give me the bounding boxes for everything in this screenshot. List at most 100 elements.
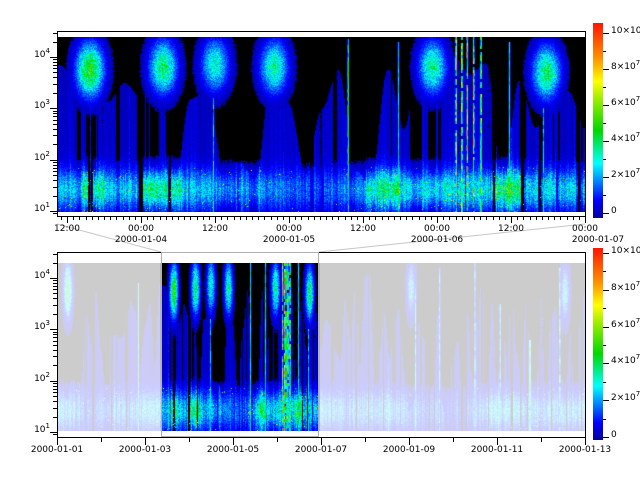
x-minor-tick — [338, 217, 339, 220]
x-minor-tick — [308, 217, 309, 220]
y-minor-tick — [53, 165, 57, 166]
x-tick-label: 12:00 — [202, 224, 228, 235]
x-minor-tick — [252, 217, 253, 220]
x-minor-tick — [283, 217, 284, 220]
y-minor-tick — [53, 65, 57, 66]
y-minor-tick — [53, 365, 57, 366]
x-minor-tick — [394, 217, 395, 220]
x-minor-tick — [227, 217, 228, 220]
colorbar-minor-tick — [603, 308, 606, 309]
y-minor-tick — [53, 93, 57, 94]
x-minor-tick — [382, 217, 383, 220]
x-minor-tick — [425, 217, 426, 220]
colorbar-minor-tick — [603, 271, 606, 272]
x-minor-tick — [456, 217, 457, 220]
y-tick-label: 104 — [16, 271, 50, 282]
x-minor-tick — [453, 438, 454, 442]
x-minor-tick — [523, 217, 524, 220]
x-minor-tick — [468, 217, 469, 220]
x-minor-tick — [412, 217, 413, 220]
colorbar-major-tick — [603, 33, 609, 34]
x-minor-tick — [166, 217, 167, 220]
y-minor-tick — [53, 337, 57, 338]
x-major-tick — [437, 217, 438, 223]
y-minor-tick — [53, 196, 57, 197]
y-minor-tick — [53, 135, 57, 136]
x-minor-tick — [147, 217, 148, 220]
y-minor-tick — [53, 383, 57, 384]
x-major-tick — [289, 217, 290, 223]
x-minor-tick — [505, 217, 506, 220]
x-major-tick — [215, 217, 216, 223]
y-major-tick — [50, 160, 57, 161]
y-minor-tick — [53, 332, 57, 333]
colorbar-major-tick — [603, 177, 609, 178]
x-minor-tick — [530, 217, 531, 220]
x-minor-tick — [264, 217, 265, 220]
y-major-tick — [50, 381, 57, 382]
y-minor-tick — [53, 168, 57, 169]
x-minor-tick — [579, 217, 580, 220]
y-minor-tick — [53, 305, 57, 306]
x-minor-tick — [110, 217, 111, 220]
x-minor-tick — [548, 217, 549, 220]
x-minor-tick — [153, 217, 154, 220]
y-tick-label: 101 — [16, 204, 50, 215]
x-minor-tick — [542, 217, 543, 220]
x-minor-tick — [536, 217, 537, 220]
x-minor-tick — [375, 217, 376, 220]
x-major-tick — [585, 438, 586, 445]
x-minor-tick — [486, 217, 487, 220]
y-minor-tick — [53, 162, 57, 163]
x-minor-tick — [221, 217, 222, 220]
x-minor-tick — [567, 217, 568, 220]
colorbar-major-tick — [603, 69, 609, 70]
y-minor-tick — [53, 42, 57, 43]
x-major-tick — [409, 438, 410, 445]
y-minor-tick — [53, 263, 57, 264]
x-minor-tick — [277, 438, 278, 442]
x-minor-tick — [357, 217, 358, 220]
colorbar-minor-tick — [603, 419, 606, 420]
y-minor-tick — [53, 254, 57, 255]
colorbar-major-tick — [603, 327, 609, 328]
x-minor-tick — [388, 217, 389, 220]
selection-box[interactable] — [161, 252, 319, 437]
x-date-label: 2000-01-05 — [263, 235, 315, 246]
x-minor-tick — [178, 217, 179, 220]
x-minor-tick — [246, 217, 247, 220]
x-minor-tick — [493, 217, 494, 220]
y-tick-label: 102 — [16, 153, 50, 164]
y-major-tick — [50, 432, 57, 433]
y-minor-tick — [53, 124, 57, 125]
y-major-tick — [50, 211, 57, 212]
y-minor-tick — [53, 62, 57, 63]
x-date-label: 2000-01-07 — [295, 445, 347, 456]
y-minor-tick — [53, 392, 57, 393]
y-minor-tick — [53, 334, 57, 335]
y-minor-tick — [53, 283, 57, 284]
colorbar-minor-tick — [603, 123, 606, 124]
x-date-label: 2000-01-01 — [31, 445, 83, 456]
y-minor-tick — [53, 68, 57, 69]
colorbar-minor-tick — [603, 345, 606, 346]
y-minor-tick — [53, 175, 57, 176]
x-minor-tick — [573, 217, 574, 220]
y-major-tick — [50, 329, 57, 330]
x-minor-tick — [277, 217, 278, 220]
x-minor-tick — [365, 438, 366, 442]
x-minor-tick — [172, 217, 173, 220]
colorbar-tick-label: 2×107 — [611, 170, 640, 181]
y-minor-tick — [53, 187, 57, 188]
x-tick-label: 12:00 — [54, 224, 80, 235]
colorbar-tick-label: 4×107 — [611, 356, 640, 367]
x-minor-tick — [104, 217, 105, 220]
x-minor-tick — [449, 217, 450, 220]
colorbar-minor-tick — [603, 159, 606, 160]
y-minor-tick — [53, 401, 57, 402]
x-minor-tick — [462, 217, 463, 220]
x-minor-tick — [203, 217, 204, 220]
x-tick-label: 00:00 — [424, 224, 450, 235]
x-date-label: 2000-01-06 — [411, 235, 463, 246]
x-minor-tick — [98, 217, 99, 220]
